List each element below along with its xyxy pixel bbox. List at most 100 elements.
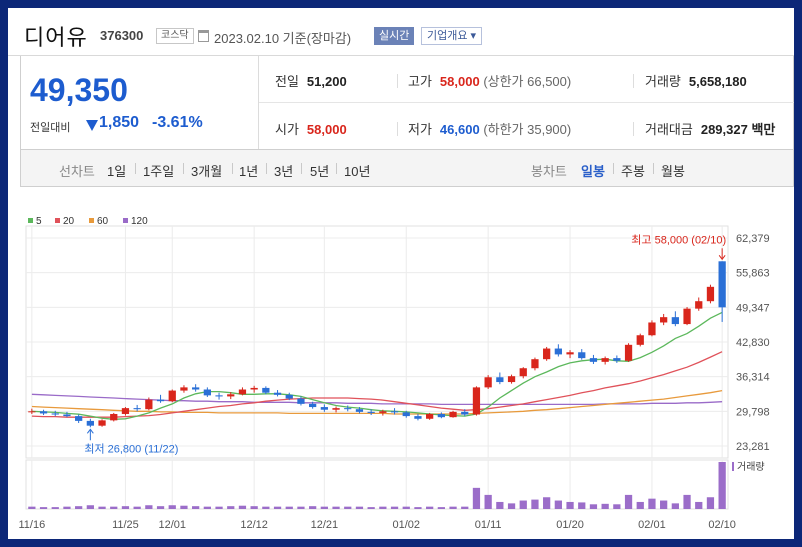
candle-body: [648, 322, 656, 336]
volume-bar: [285, 506, 293, 509]
candle-body: [28, 411, 36, 413]
market-badge: 코스닥: [156, 28, 194, 44]
candle-body: [472, 387, 481, 415]
tab-period-10y[interactable]: 10년: [344, 161, 370, 180]
tab-daily[interactable]: 일봉: [581, 161, 605, 180]
volume-bar: [519, 500, 527, 509]
stock-panel: 디어유 376300 코스닥 2023.02.10 기준(장마감) 실시간 기업…: [8, 8, 794, 539]
candle-body: [320, 407, 328, 410]
volume-bar: [168, 505, 176, 509]
tab-candle-chart[interactable]: 봉차트: [531, 161, 567, 180]
stock-header: 디어유 376300 코스닥 2023.02.10 기준(장마감) 실시간 기업…: [8, 8, 794, 56]
volume-bar: [671, 503, 679, 509]
volume-bar: [613, 504, 621, 509]
candle-body: [168, 390, 176, 402]
volume-bar: [332, 506, 340, 509]
tab-divider: [183, 163, 184, 174]
amount-unit: 백만: [751, 122, 776, 137]
volume: 거래량 5,658,180: [645, 71, 747, 90]
candle-body: [589, 358, 598, 362]
volume-bar: [636, 501, 644, 509]
candle-body: [51, 413, 59, 415]
tab-divider: [266, 163, 267, 174]
candle-body: [718, 261, 726, 308]
stock-name[interactable]: 디어유: [24, 20, 88, 52]
legend-swatch: [55, 218, 60, 223]
volume-bar: [367, 507, 375, 509]
amount-value: 289,327: [700, 122, 748, 137]
volume-bar: [472, 487, 481, 509]
volume-bar: [543, 497, 551, 509]
calendar-icon: [198, 30, 209, 42]
current-price: 49,350: [30, 72, 128, 108]
prev-close-value: 51,200: [306, 74, 347, 89]
candle-body: [402, 412, 410, 417]
upper-limit: (상한가 66,500): [483, 74, 572, 89]
tab-monthly[interactable]: 월봉: [661, 161, 685, 180]
volume-bar: [601, 503, 609, 509]
x-tick-label: 01/20: [556, 519, 584, 531]
tab-divider: [135, 163, 136, 174]
tab-divider: [653, 163, 654, 174]
volume-bar: [309, 506, 317, 509]
tab-period-5y[interactable]: 5년: [310, 161, 329, 180]
candle-body: [660, 317, 668, 323]
tab-weekly[interactable]: 주봉: [621, 161, 645, 180]
divider: [633, 122, 634, 136]
volume-bar: [531, 499, 539, 509]
candle-body: [531, 359, 539, 369]
candle-body: [273, 392, 282, 395]
candle-body: [86, 420, 94, 426]
volume-bar: [121, 506, 130, 509]
company-overview-button[interactable]: 기업개요 ▾: [421, 27, 483, 45]
volume-bar: [660, 500, 668, 509]
chart-tabs: 선차트 1일 1주일 3개월 1년 3년 5년 10년 봉차트 일봉 주봉 월봉: [20, 150, 794, 187]
candle-body: [566, 352, 574, 355]
x-tick-label: 02/10: [708, 519, 736, 531]
volume-bar: [496, 501, 504, 509]
candlestick-chart[interactable]: 62,379 55,863 49,347 42,830 36,314 29,798 23,2…: [8, 198, 794, 539]
y-tick-label: 49,347: [736, 302, 770, 314]
candle-body: [706, 286, 715, 302]
tab-period-1y[interactable]: 1년: [239, 161, 258, 180]
y-tick-label: 29,798: [736, 406, 770, 418]
candle-body: [437, 413, 445, 418]
legend-swatch: [89, 218, 94, 223]
volume-legend-swatch: [732, 462, 734, 471]
legend-swatch: [28, 218, 33, 223]
candle-body: [121, 408, 130, 414]
volume-bar: [578, 502, 586, 509]
legend-label: 20: [63, 216, 75, 227]
candle-body: [39, 411, 48, 414]
candle-body: [671, 317, 679, 325]
tab-period-1w[interactable]: 1주일: [143, 161, 174, 180]
candle-body: [683, 308, 691, 325]
x-tick-label: 12/12: [240, 519, 268, 531]
tab-period-3m[interactable]: 3개월: [191, 161, 222, 180]
volume-bar: [554, 500, 562, 509]
tab-divider: [613, 163, 614, 174]
volume-bar: [86, 505, 94, 509]
candle-body: [285, 394, 293, 399]
candle-body: [309, 403, 317, 408]
tab-period-3y[interactable]: 3년: [274, 161, 293, 180]
realtime-button[interactable]: 실시간: [374, 27, 415, 45]
candle-body: [449, 411, 457, 418]
volume-bar: [227, 506, 235, 509]
candle-body: [63, 414, 71, 417]
candle-body: [426, 413, 434, 419]
prev-close: 전일 51,200: [275, 71, 347, 90]
lower-limit: (하한가 35,900): [483, 122, 572, 137]
high-label: 고가: [408, 74, 432, 89]
volume-bar: [718, 462, 726, 509]
day-high: 고가 58,000 (상한가 66,500): [408, 71, 571, 90]
volume-bar: [437, 507, 445, 509]
summary-divider: [259, 102, 794, 103]
volume-bar: [63, 506, 71, 509]
x-tick-label: 11/16: [18, 519, 45, 531]
tab-period-1d[interactable]: 1일: [107, 161, 126, 180]
tab-line-chart[interactable]: 선차트: [59, 161, 95, 180]
candle-body: [133, 408, 141, 410]
low-value: 46,600: [439, 122, 480, 137]
volume-bar: [273, 506, 282, 509]
